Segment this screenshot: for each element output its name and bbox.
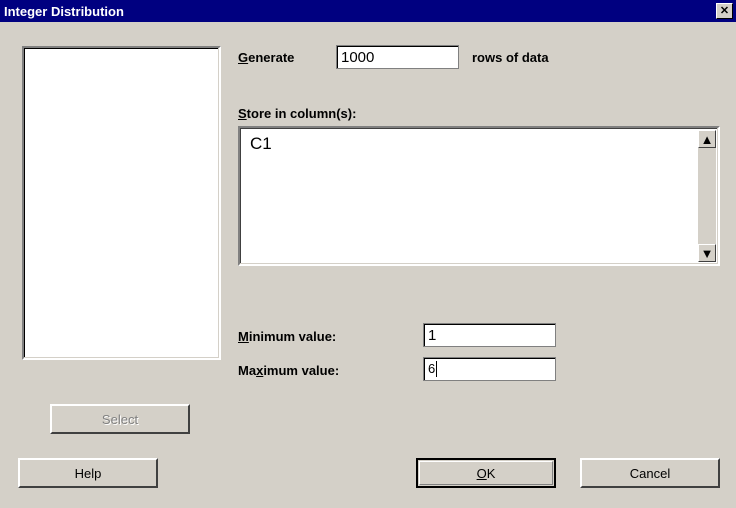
columns-scrollbar[interactable]: ▲ ▼ [698, 130, 716, 262]
minimum-value-input[interactable] [423, 323, 556, 347]
maximum-value-input[interactable]: 6 [423, 357, 556, 381]
select-button: Select [50, 404, 190, 434]
chevron-up-icon: ▲ [701, 132, 714, 147]
store-in-columns-label: Store in column(s): [238, 106, 356, 121]
rows-of-data-label: rows of data [472, 50, 549, 65]
titlebar[interactable]: Integer Distribution ✕ [0, 0, 736, 22]
text-caret [436, 361, 437, 377]
close-button[interactable]: ✕ [716, 3, 733, 19]
store-columns-input[interactable]: C1 ▲ ▼ [238, 126, 720, 266]
scroll-down-button[interactable]: ▼ [698, 244, 716, 262]
help-button[interactable]: Help [18, 458, 158, 488]
variable-list[interactable] [22, 46, 221, 360]
chevron-down-icon: ▼ [701, 246, 714, 261]
minimum-value-label: Minimum value: [238, 329, 336, 344]
close-icon: ✕ [720, 6, 729, 17]
generate-label: Generate [238, 50, 294, 65]
scroll-up-button[interactable]: ▲ [698, 130, 716, 148]
generate-rows-input[interactable] [336, 45, 459, 69]
ok-button[interactable]: OK [416, 458, 556, 488]
cancel-button[interactable]: Cancel [580, 458, 720, 488]
store-columns-text: C1 [240, 128, 718, 264]
window-title: Integer Distribution [4, 4, 716, 19]
maximum-value-label: Maximum value: [238, 363, 339, 378]
